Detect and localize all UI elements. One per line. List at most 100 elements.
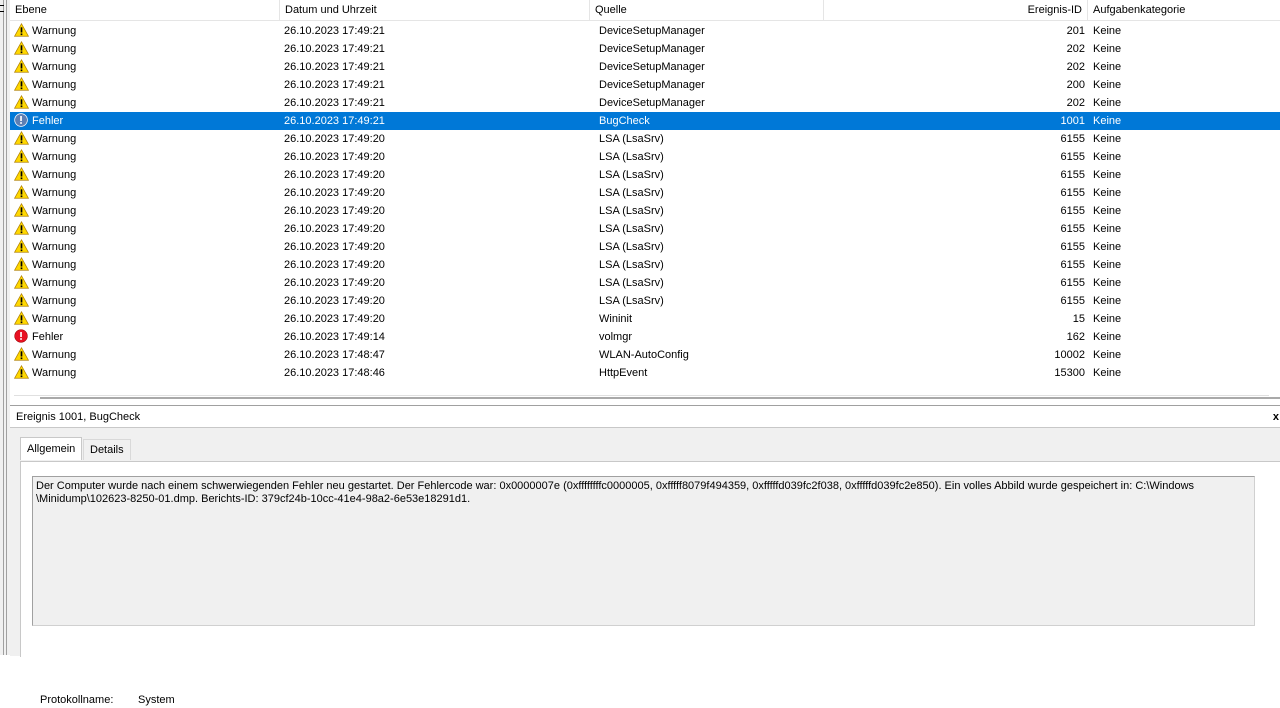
warning-icon	[14, 257, 29, 271]
warning-icon	[14, 221, 29, 235]
table-row[interactable]: Warnung 26.10.2023 17:49:20 LSA (LsaSrv) 61…	[10, 256, 1280, 274]
warning-icon	[14, 149, 29, 163]
table-row[interactable]: Warnung 26.10.2023 17:49:20 Wininit 15 Keine	[10, 310, 1280, 328]
event-message-text[interactable]: Der Computer wurde nach einem schwerwieg…	[32, 476, 1255, 626]
level-text: Warnung	[32, 295, 77, 307]
cell-date: 26.10.2023 17:49:21	[284, 97, 385, 109]
cell-date: 26.10.2023 17:49:20	[284, 241, 385, 253]
column-header-level[interactable]: Ebene	[10, 0, 280, 20]
cell-level: Warnung	[14, 40, 284, 58]
cell-event-id: 6155	[1060, 241, 1085, 253]
table-row[interactable]: Warnung 26.10.2023 17:49:21 DeviceSetupMan…	[10, 40, 1280, 58]
warning-icon	[14, 77, 29, 91]
tab-allgemein[interactable]: Allgemein	[20, 437, 83, 460]
cell-source: DeviceSetupManager	[599, 79, 705, 91]
table-row[interactable]: Fehler 26.10.2023 17:49:21 BugCheck 1001 Kei…	[10, 112, 1280, 130]
tab-details[interactable]: Details	[83, 439, 131, 460]
cell-event-id: 202	[1066, 61, 1085, 73]
level-text: Fehler	[32, 115, 64, 127]
level-text: Warnung	[32, 241, 77, 253]
cell-category: Keine	[1093, 61, 1122, 73]
cell-category: Keine	[1093, 349, 1122, 361]
warning-icon	[14, 347, 29, 361]
cell-event-id: 162	[1066, 331, 1085, 343]
cell-event-id: 6155	[1060, 295, 1085, 307]
close-icon[interactable]: x	[1273, 406, 1279, 428]
column-header-event-id[interactable]: Ereignis-ID	[824, 0, 1088, 20]
cell-source: LSA (LsaSrv)	[599, 169, 664, 181]
table-row[interactable]: Warnung 26.10.2023 17:49:21 DeviceSetupMan…	[10, 58, 1280, 76]
cell-source: LSA (LsaSrv)	[599, 133, 664, 145]
tab-page-general: Der Computer wurde nach einem schwerwieg…	[20, 461, 1280, 706]
cell-source: DeviceSetupManager	[599, 97, 705, 109]
cell-date: 26.10.2023 17:49:21	[284, 25, 385, 37]
level-text: Fehler	[32, 331, 64, 343]
table-row[interactable]: Warnung 26.10.2023 17:49:20 LSA (LsaSrv) 61…	[10, 292, 1280, 310]
cell-event-id: 6155	[1060, 259, 1085, 271]
cell-category: Keine	[1093, 187, 1122, 199]
column-header-category[interactable]: Aufgabenkategorie	[1088, 0, 1280, 20]
table-row[interactable]: Warnung 26.10.2023 17:49:20 LSA (LsaSrv) 61…	[10, 238, 1280, 256]
cell-category: Keine	[1093, 313, 1122, 325]
level-text: Warnung	[32, 97, 77, 109]
cell-date: 26.10.2023 17:48:47	[284, 349, 385, 361]
table-row[interactable]: Warnung 26.10.2023 17:49:20 LSA (LsaSrv) 61…	[10, 166, 1280, 184]
table-row[interactable]: Warnung 26.10.2023 17:49:20 LSA (LsaSrv) 61…	[10, 148, 1280, 166]
table-row[interactable]: Warnung 26.10.2023 17:49:20 LSA (LsaSrv) 61…	[10, 130, 1280, 148]
warning-icon	[14, 311, 29, 325]
table-row[interactable]: Warnung 26.10.2023 17:49:21 DeviceSetupMan…	[10, 94, 1280, 112]
cell-level: Warnung	[14, 166, 284, 184]
level-text: Warnung	[32, 25, 77, 37]
level-text: Warnung	[32, 277, 77, 289]
cell-source: WLAN-AutoConfig	[599, 349, 689, 361]
log-name-label: Protokollname:	[40, 694, 114, 706]
cell-date: 26.10.2023 17:48:46	[284, 367, 385, 379]
cell-category: Keine	[1093, 133, 1122, 145]
cell-event-id: 200	[1066, 79, 1085, 91]
cell-level: Warnung	[14, 238, 284, 256]
column-header-source[interactable]: Quelle	[590, 0, 824, 20]
warning-icon	[14, 239, 29, 253]
cell-event-id: 6155	[1060, 277, 1085, 289]
table-row[interactable]: Warnung 26.10.2023 17:49:21 DeviceSetupMan…	[10, 76, 1280, 94]
cell-date: 26.10.2023 17:49:14	[284, 331, 385, 343]
scrollbar-thumb[interactable]	[40, 397, 1280, 399]
cell-level: Warnung	[14, 220, 284, 238]
splitter-tick	[0, 5, 4, 6]
cell-source: DeviceSetupManager	[599, 25, 705, 37]
table-row[interactable]: Warnung 26.10.2023 17:49:20 LSA (LsaSrv) 61…	[10, 202, 1280, 220]
table-row[interactable]: Warnung 26.10.2023 17:48:47 WLAN-AutoConfi…	[10, 346, 1280, 364]
cell-date: 26.10.2023 17:49:21	[284, 61, 385, 73]
warning-icon	[14, 23, 29, 37]
table-row[interactable]: Warnung 26.10.2023 17:49:20 LSA (LsaSrv) 61…	[10, 274, 1280, 292]
detail-title-text: Ereignis 1001, BugCheck	[16, 411, 141, 423]
warning-icon	[14, 185, 29, 199]
column-header-date[interactable]: Datum und Uhrzeit	[280, 0, 590, 20]
cell-level: Warnung	[14, 310, 284, 328]
cell-source: BugCheck	[599, 115, 650, 127]
warning-icon	[14, 275, 29, 289]
table-row[interactable]: Warnung 26.10.2023 17:48:46 HttpEvent 15300…	[10, 364, 1280, 382]
table-row[interactable]: Fehler 26.10.2023 17:49:14 volmgr 162 Keine	[10, 328, 1280, 346]
cell-source: LSA (LsaSrv)	[599, 241, 664, 253]
level-text: Warnung	[32, 205, 77, 217]
cell-level: Warnung	[14, 346, 284, 364]
table-row[interactable]: Warnung 26.10.2023 17:49:20 LSA (LsaSrv) 61…	[10, 220, 1280, 238]
cell-category: Keine	[1093, 79, 1122, 91]
cell-source: DeviceSetupManager	[599, 43, 705, 55]
cell-level: Warnung	[14, 202, 284, 220]
cell-date: 26.10.2023 17:49:21	[284, 43, 385, 55]
log-name-value: System	[138, 694, 175, 706]
splitter-tick	[0, 11, 4, 12]
horizontal-scrollbar[interactable]	[14, 395, 1280, 401]
cell-category: Keine	[1093, 97, 1122, 109]
cell-date: 26.10.2023 17:49:20	[284, 313, 385, 325]
cell-source: HttpEvent	[599, 367, 648, 379]
cell-category: Keine	[1093, 115, 1122, 127]
table-row[interactable]: Warnung 26.10.2023 17:49:20 LSA (LsaSrv) 61…	[10, 184, 1280, 202]
cell-source: LSA (LsaSrv)	[599, 259, 664, 271]
warning-icon	[14, 95, 29, 109]
level-text: Warnung	[32, 187, 77, 199]
event-list[interactable]: Ebene Datum und Uhrzeit Quelle Ereignis-…	[10, 0, 1280, 405]
table-row[interactable]: Warnung 26.10.2023 17:49:21 DeviceSetupMan…	[10, 22, 1280, 40]
